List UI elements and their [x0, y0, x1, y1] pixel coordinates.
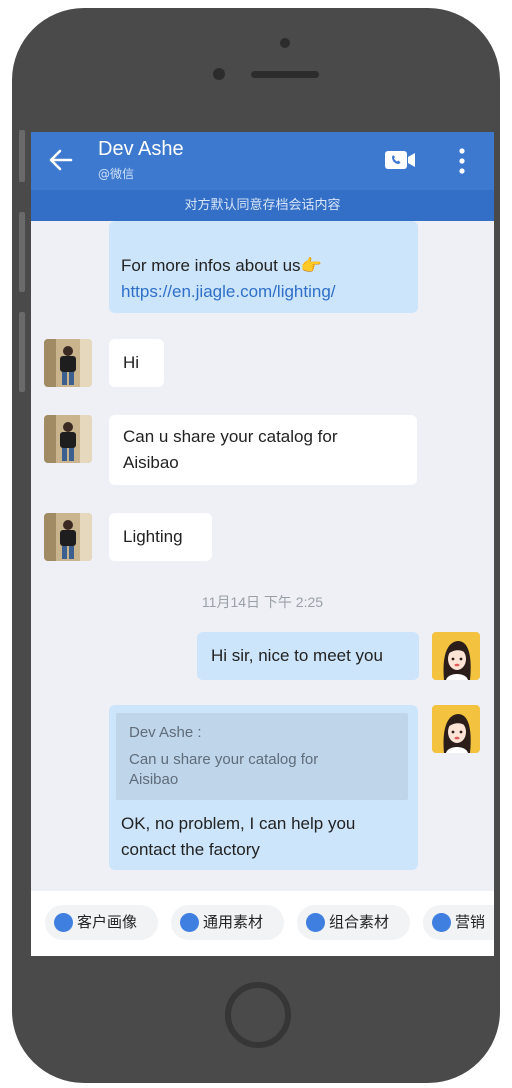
contact-avatar[interactable]	[44, 339, 92, 387]
chip-label: 组合素材	[329, 913, 390, 931]
message-bubble-incoming[interactable]: Lighting	[109, 513, 212, 561]
chip-label: 通用素材	[203, 913, 264, 931]
chip-combined-materials[interactable]: 组合素材	[297, 905, 410, 940]
video-call-icon[interactable]	[384, 149, 416, 171]
quoted-message[interactable]: Dev Ashe : Can u share your catalog for …	[116, 713, 408, 800]
earpiece-speaker	[251, 71, 319, 78]
message-bubble-incoming[interactable]: Hi	[109, 339, 164, 387]
mute-switch	[19, 130, 25, 182]
proximity-sensor	[280, 38, 290, 48]
contact-source: @微信	[98, 167, 135, 181]
more-options-icon[interactable]	[454, 146, 470, 176]
message-timestamp: 11月14日 下午 2:25	[201, 594, 324, 610]
contact-avatar[interactable]	[44, 513, 92, 561]
archive-notice-bar: 对方默认同意存档会话内容	[31, 190, 494, 221]
wecom-icon	[54, 913, 73, 932]
message-text: For more infos about us👉	[121, 256, 322, 275]
message-text: Can u share your catalog for	[123, 427, 338, 446]
quick-tools-bar: 客户画像 通用素材 组合素材 营销	[31, 891, 494, 956]
message-text: Lighting	[123, 527, 183, 546]
my-avatar[interactable]	[432, 705, 480, 753]
chip-label: 客户画像	[77, 913, 138, 931]
my-avatar[interactable]	[432, 632, 480, 680]
message-bubble-outgoing[interactable]: Hi sir, nice to meet you	[197, 632, 419, 680]
message-bubble-outgoing[interactable]: Dev Ashe : Can u share your catalog for …	[109, 705, 418, 870]
message-text: contact the factory	[121, 840, 260, 859]
message-text: Hi sir, nice to meet you	[211, 646, 383, 665]
message-link[interactable]: https://en.jiagle.com/lighting/	[121, 279, 406, 305]
back-arrow-icon[interactable]	[47, 146, 75, 174]
chip-general-materials[interactable]: 通用素材	[171, 905, 284, 940]
quote-author: Dev Ashe :	[129, 724, 202, 741]
home-button[interactable]	[225, 982, 291, 1048]
message-bubble-incoming[interactable]: Can u share your catalog for Aisibao	[109, 415, 417, 485]
message-text: Hi	[123, 353, 140, 372]
contact-avatar[interactable]	[44, 415, 92, 463]
chip-label: 营销	[455, 913, 486, 931]
volume-down-button	[19, 312, 25, 392]
quote-text: Can u share your catalog for	[129, 751, 319, 768]
quote-text: Aisibao	[129, 771, 179, 788]
message-text: Aisibao	[123, 453, 179, 472]
front-camera	[213, 68, 225, 80]
wecom-icon	[432, 913, 451, 932]
chip-marketing[interactable]: 营销	[423, 905, 494, 940]
wecom-icon	[180, 913, 199, 932]
wecom-icon	[306, 913, 325, 932]
message-text: OK, no problem, I can help you	[121, 814, 356, 833]
volume-up-button	[19, 212, 25, 292]
chip-customer-profile[interactable]: 客户画像	[45, 905, 158, 940]
chat-header: Dev Ashe @微信	[31, 132, 494, 190]
message-bubble-outgoing[interactable]: For more infos about us👉 https://en.jiag…	[109, 221, 418, 313]
contact-name[interactable]: Dev Ashe	[98, 138, 184, 161]
chat-screen: Dev Ashe @微信 对方默认同意存档会话内容 For more infos…	[31, 132, 494, 956]
